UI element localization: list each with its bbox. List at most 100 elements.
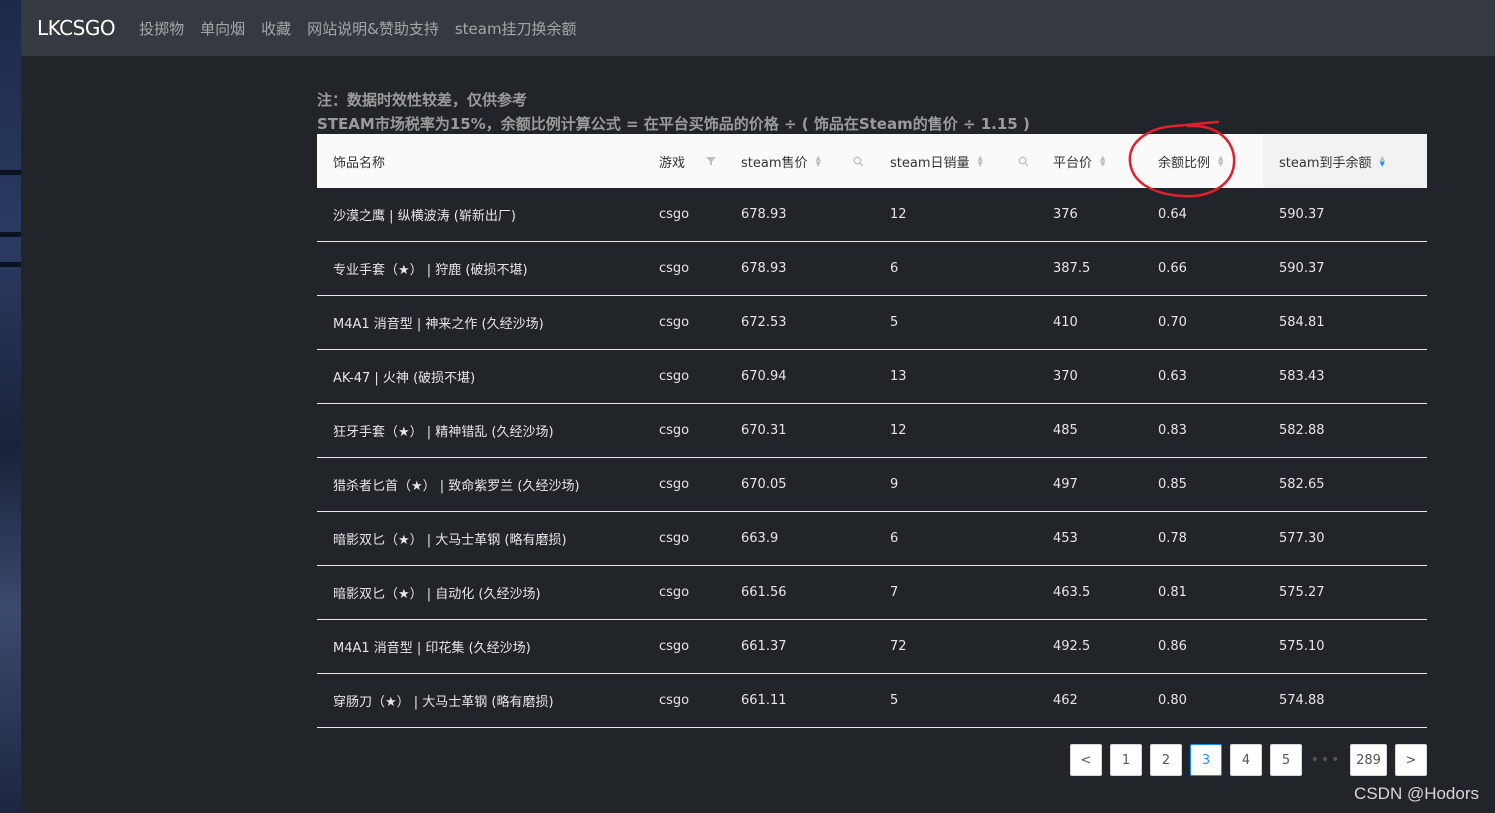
cell-game: csgo — [659, 693, 690, 708]
notes: 注：数据时效性较差，仅供参考 STEAM市场税率为15%，余额比例计算公式 = … — [317, 88, 1030, 136]
top-navbar: LKCSGO 投掷物 单向烟 收藏 网站说明&赞助支持 steam挂刀换余额 — [21, 0, 1495, 56]
cell-net-balance: 582.88 — [1279, 423, 1325, 438]
table-row: 专业手套（★） | 狩鹿 (破损不堪) csgo 678.93 6 387.5 … — [317, 242, 1427, 296]
cell-daily-volume: 6 — [890, 531, 899, 546]
sort-icon[interactable]: ▲ ▼ — [1100, 155, 1105, 168]
sort-icon[interactable]: ▲ ▼ — [978, 155, 983, 168]
cell-steam-price: 670.31 — [741, 423, 787, 438]
items-table: 饰品名称 游戏 steam售价 ▲▼ steam日销量 ▲▼ 平台价 ▲▼ — [317, 134, 1427, 728]
cell-steam-price: 672.53 — [741, 315, 787, 330]
cell-daily-volume: 6 — [890, 261, 899, 276]
cell-item-name: M4A1 消音型 | 神来之作 (久经沙场) — [333, 317, 544, 332]
pagination-prev-button[interactable]: < — [1070, 744, 1102, 776]
cell-daily-volume: 7 — [890, 585, 899, 600]
cell-balance-ratio: 0.83 — [1158, 423, 1187, 438]
cell-net-balance: 575.10 — [1279, 639, 1325, 654]
cell-net-balance: 590.37 — [1279, 261, 1325, 276]
cell-platform-price: 370 — [1053, 369, 1078, 384]
cell-balance-ratio: 0.70 — [1158, 315, 1187, 330]
cell-item-name: AK-47 | 火神 (破损不堪) — [333, 371, 476, 386]
cell-net-balance: 582.65 — [1279, 477, 1325, 492]
cell-net-balance: 590.37 — [1279, 207, 1325, 222]
cell-platform-price: 462 — [1053, 693, 1078, 708]
table-body: 沙漠之鹰 | 纵横波涛 (崭新出厂) csgo 678.93 12 376 0.… — [317, 188, 1427, 728]
cell-game: csgo — [659, 639, 690, 654]
col-header-platform-price[interactable]: 平台价 ▲ ▼ — [1053, 134, 1105, 188]
nav-link-favorites[interactable]: 收藏 — [261, 18, 291, 39]
cell-balance-ratio: 0.85 — [1158, 477, 1187, 492]
search-icon[interactable] — [853, 156, 864, 167]
table-row: 沙漠之鹰 | 纵横波涛 (崭新出厂) csgo 678.93 12 376 0.… — [317, 188, 1427, 242]
search-icon[interactable] — [1018, 156, 1029, 167]
filter-icon[interactable] — [705, 155, 717, 167]
cell-item-name: 暗影双匕（★） | 大马士革钢 (略有磨损) — [333, 533, 567, 548]
col-header-game[interactable]: 游戏 — [659, 134, 716, 188]
nav-link-grenades[interactable]: 投掷物 — [139, 18, 184, 39]
cell-platform-price: 453 — [1053, 531, 1078, 546]
pagination-next-button[interactable]: > — [1395, 744, 1427, 776]
col-header-name: 饰品名称 — [333, 155, 386, 171]
red-circle-annotation — [1128, 120, 1236, 198]
cell-platform-price: 376 — [1053, 207, 1078, 222]
nav-link-about-support[interactable]: 网站说明&赞助支持 — [307, 18, 439, 39]
cell-game: csgo — [659, 531, 690, 546]
brand-logo[interactable]: LKCSGO — [37, 16, 116, 40]
cell-balance-ratio: 0.78 — [1158, 531, 1187, 546]
cell-steam-price: 661.37 — [741, 639, 787, 654]
pagination-page-3-current[interactable]: 3 — [1190, 744, 1222, 776]
cell-platform-price: 485 — [1053, 423, 1078, 438]
sort-icon[interactable]: ▲ ▼ — [816, 155, 821, 168]
cell-steam-price: 678.93 — [741, 207, 787, 222]
pagination-page-5[interactable]: 5 — [1270, 744, 1302, 776]
pagination-ellipsis[interactable]: ••• — [1310, 744, 1342, 776]
cell-item-name: 狂牙手套（★） | 精神错乱 (久经沙场) — [333, 425, 554, 440]
table-header: 饰品名称 游戏 steam售价 ▲▼ steam日销量 ▲▼ 平台价 ▲▼ — [317, 134, 1427, 188]
note-line-formula: STEAM市场税率为15%，余额比例计算公式 = 在平台买饰品的价格 ÷ ( 饰… — [317, 115, 1030, 133]
cell-game: csgo — [659, 423, 690, 438]
note-line-disclaimer: 注：数据时效性较差，仅供参考 — [317, 91, 528, 109]
table-row: 暗影双匕（★） | 大马士革钢 (略有磨损) csgo 663.9 6 453 … — [317, 512, 1427, 566]
pagination-page-4[interactable]: 4 — [1230, 744, 1262, 776]
cell-net-balance: 577.30 — [1279, 531, 1325, 546]
cell-net-balance: 584.81 — [1279, 315, 1325, 330]
nav-link-one-way-smoke[interactable]: 单向烟 — [200, 18, 245, 39]
background-window-edge — [0, 0, 21, 813]
col-header-daily-volume[interactable]: steam日销量 ▲ ▼ — [890, 134, 1029, 188]
cell-platform-price: 410 — [1053, 315, 1078, 330]
cell-steam-price: 670.94 — [741, 369, 787, 384]
cell-balance-ratio: 0.81 — [1158, 585, 1187, 600]
cell-daily-volume: 9 — [890, 477, 899, 492]
cell-daily-volume: 13 — [890, 369, 907, 384]
col-header-net-balance[interactable]: steam到手余额 ▲ ▼ — [1263, 134, 1427, 188]
cell-item-name: 暗影双匕（★） | 自动化 (久经沙场) — [333, 587, 541, 602]
cell-steam-price: 661.56 — [741, 585, 787, 600]
cell-game: csgo — [659, 261, 690, 276]
pagination-page-1[interactable]: 1 — [1110, 744, 1142, 776]
table-row: 暗影双匕（★） | 自动化 (久经沙场) csgo 661.56 7 463.5… — [317, 566, 1427, 620]
cell-game: csgo — [659, 369, 690, 384]
cell-item-name: 猎杀者匕首（★） | 致命紫罗兰 (久经沙场) — [333, 479, 580, 494]
sort-desc-icon[interactable]: ▲ ▼ — [1380, 155, 1385, 168]
table-row: M4A1 消音型 | 印花集 (久经沙场) csgo 661.37 72 492… — [317, 620, 1427, 674]
table-row: M4A1 消音型 | 神来之作 (久经沙场) csgo 672.53 5 410… — [317, 296, 1427, 350]
cell-steam-price: 678.93 — [741, 261, 787, 276]
cell-platform-price: 497 — [1053, 477, 1078, 492]
csdn-watermark: CSDN @Hodors — [1354, 784, 1479, 803]
table-row: AK-47 | 火神 (破损不堪) csgo 670.94 13 370 0.6… — [317, 350, 1427, 404]
cell-daily-volume: 72 — [890, 639, 907, 654]
cell-item-name: 穿肠刀（★） | 大马士革钢 (略有磨损) — [333, 695, 554, 710]
cell-steam-price: 670.05 — [741, 477, 787, 492]
nav-link-steam-balance[interactable]: steam挂刀换余额 — [455, 18, 577, 39]
cell-daily-volume: 5 — [890, 315, 899, 330]
cell-balance-ratio: 0.80 — [1158, 693, 1187, 708]
col-header-steam-price[interactable]: steam售价 ▲ ▼ — [741, 134, 864, 188]
cell-balance-ratio: 0.66 — [1158, 261, 1187, 276]
cell-net-balance: 583.43 — [1279, 369, 1325, 384]
cell-item-name: M4A1 消音型 | 印花集 (久经沙场) — [333, 641, 531, 656]
table-row: 狂牙手套（★） | 精神错乱 (久经沙场) csgo 670.31 12 485… — [317, 404, 1427, 458]
cell-steam-price: 661.11 — [741, 693, 787, 708]
pagination-page-2[interactable]: 2 — [1150, 744, 1182, 776]
cell-balance-ratio: 0.63 — [1158, 369, 1187, 384]
pagination-last-page[interactable]: 289 — [1350, 744, 1387, 776]
cell-daily-volume: 12 — [890, 207, 907, 222]
